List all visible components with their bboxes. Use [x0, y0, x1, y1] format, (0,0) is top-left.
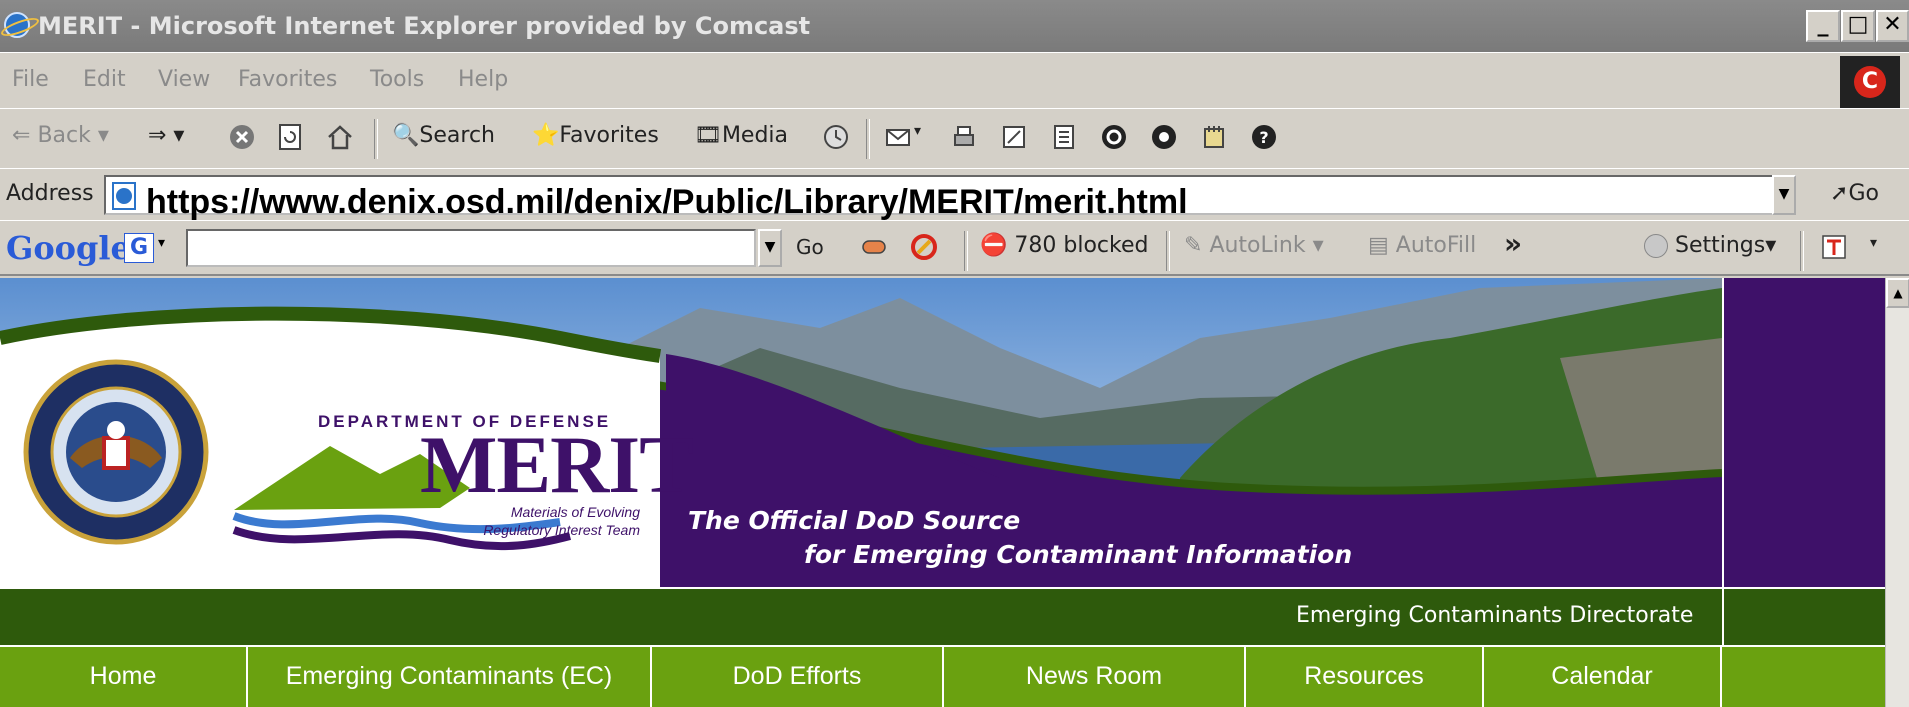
toolbar-separator	[1166, 231, 1170, 271]
svg-text:?: ?	[1259, 128, 1268, 147]
google-toolbar: Google G ▾ ▼ Go ⛔ 780 blocked ✎ AutoLink…	[0, 220, 1909, 276]
google-go-button[interactable]: Go	[796, 235, 824, 259]
address-input[interactable]: https://www.denix.osd.mil/denix/Public/L…	[104, 175, 1794, 221]
nav-calendar[interactable]: Calendar	[1484, 647, 1722, 707]
address-dropdown-button[interactable]: ▼	[1772, 175, 1796, 215]
banner-tagline-line2: for Emerging Contaminant Information	[804, 540, 1353, 569]
stop-icon[interactable]	[228, 123, 256, 151]
popup-blocker-icon: ⛔	[980, 233, 1008, 258]
copyright-icon[interactable]	[1100, 123, 1128, 151]
messenger-icon[interactable]	[1200, 123, 1228, 151]
home-icon[interactable]	[326, 123, 354, 151]
close-button[interactable]: ✕	[1876, 10, 1909, 42]
spellcheck-icon[interactable]	[910, 233, 938, 261]
settings-button[interactable]: Settings▾	[1644, 233, 1776, 258]
site-nav: Home Emerging Contaminants (EC) DoD Effo…	[0, 645, 1885, 707]
menu-tools[interactable]: Tools	[370, 67, 424, 92]
translate-dropdown-arrow[interactable]: ▾	[1870, 235, 1877, 251]
autolink-label: AutoLink	[1209, 233, 1306, 258]
ie-logo-icon	[4, 12, 30, 38]
address-bar: Address https://www.denix.osd.mil/denix/…	[0, 168, 1909, 221]
dod-seal-icon	[23, 359, 209, 545]
media-button[interactable]: 🎞Media	[694, 123, 788, 148]
toolbar-separator	[964, 231, 968, 271]
standard-toolbar: ⇐ Back ▾ ⇒ ▾ 🔍Search ⭐Favorites 🎞Media ▾…	[0, 108, 1909, 168]
disc-icon[interactable]	[1150, 123, 1178, 151]
directorate-strip: Emerging Contaminants Directorate	[0, 587, 1885, 647]
go-button[interactable]: ➚Go	[1830, 181, 1879, 206]
menu-file[interactable]: File	[12, 67, 49, 92]
merit-logo-text: MERIT	[420, 419, 694, 510]
history-icon[interactable]	[822, 123, 850, 151]
google-logo[interactable]: Google	[6, 229, 131, 267]
favorites-button[interactable]: ⭐Favorites	[532, 123, 659, 148]
google-search-dropdown[interactable]: ▼	[758, 229, 782, 267]
merit-subtitle-line1: Materials of Evolving	[510, 504, 640, 520]
toolbar-separator	[866, 119, 870, 159]
nav-home[interactable]: Home	[0, 647, 248, 707]
autolink-button[interactable]: ✎ AutoLink ▾	[1184, 233, 1324, 258]
settings-icon	[1644, 234, 1668, 258]
vertical-scrollbar[interactable]: ▲	[1885, 278, 1909, 707]
window-title: MERIT - Microsoft Internet Explorer prov…	[38, 12, 811, 40]
menu-help[interactable]: Help	[458, 67, 508, 92]
refresh-icon[interactable]	[276, 123, 304, 151]
menu-bar: File Edit View Favorites Tools Help	[0, 52, 1909, 108]
toolbar-separator	[374, 119, 378, 159]
page-icon	[112, 182, 136, 210]
google-menu-arrow[interactable]: ▾	[158, 235, 165, 251]
banner-side-panel	[1722, 278, 1885, 587]
search-button[interactable]: 🔍Search	[392, 123, 495, 148]
maximize-button[interactable]: □	[1841, 10, 1875, 42]
directorate-label: Emerging Contaminants Directorate	[1296, 603, 1694, 628]
settings-label: Settings	[1675, 233, 1766, 258]
translate-icon[interactable]	[1820, 233, 1848, 261]
toolbar-separator	[1800, 231, 1804, 271]
pagerank-icon[interactable]	[860, 233, 888, 261]
merit-banner: DEPARTMENT OF DEFENSE MERIT Materials of…	[0, 278, 1722, 587]
more-chevron[interactable]: »	[1504, 227, 1522, 260]
nav-resources[interactable]: Resources	[1246, 647, 1484, 707]
google-logo-text: Google	[6, 229, 131, 267]
favorites-label: Favorites	[559, 123, 659, 148]
window-titlebar: MERIT - Microsoft Internet Explorer prov…	[0, 0, 1909, 52]
print-icon[interactable]	[950, 123, 978, 151]
comcast-logo: C	[1840, 56, 1900, 108]
nav-dod-efforts[interactable]: DoD Efforts	[652, 647, 944, 707]
strip-divider	[1722, 589, 1724, 647]
forward-button[interactable]: ⇒ ▾	[148, 123, 184, 148]
media-label: Media	[721, 123, 789, 148]
go-label: Go	[1848, 181, 1879, 206]
discuss-icon[interactable]	[1050, 123, 1078, 151]
mail-dropdown-arrow[interactable]: ▾	[914, 123, 921, 139]
scroll-up-button[interactable]: ▲	[1886, 278, 1909, 308]
edit-icon[interactable]	[1000, 123, 1028, 151]
popup-blocker-button[interactable]: ⛔ 780 blocked	[980, 233, 1148, 258]
address-label: Address	[6, 181, 94, 206]
back-label: Back	[37, 123, 91, 148]
autofill-button[interactable]: ▤ AutoFill	[1368, 233, 1476, 258]
search-label: Search	[419, 123, 495, 148]
nav-emerging-contaminants[interactable]: Emerging Contaminants (EC)	[248, 647, 652, 707]
nav-news-room[interactable]: News Room	[944, 647, 1246, 707]
blocked-count: 780 blocked	[1014, 233, 1149, 258]
merit-subtitle-line2: Regulatory Interest Team	[483, 522, 640, 538]
google-g-button[interactable]: G	[124, 233, 154, 263]
comcast-logo-icon: C	[1854, 66, 1886, 98]
google-search-input[interactable]	[186, 229, 756, 267]
banner-tagline-line1: The Official DoD Source	[688, 506, 1021, 535]
back-button[interactable]: ⇐ Back ▾	[12, 123, 109, 148]
menu-favorites[interactable]: Favorites	[238, 67, 337, 92]
menu-edit[interactable]: Edit	[83, 67, 126, 92]
menu-view[interactable]: View	[158, 67, 210, 92]
web-page: DEPARTMENT OF DEFENSE MERIT Materials of…	[0, 278, 1909, 707]
mail-icon[interactable]	[884, 123, 912, 151]
help-icon[interactable]: ?	[1250, 123, 1278, 151]
autofill-label: AutoFill	[1395, 233, 1477, 258]
minimize-button[interactable]: _	[1806, 10, 1840, 42]
